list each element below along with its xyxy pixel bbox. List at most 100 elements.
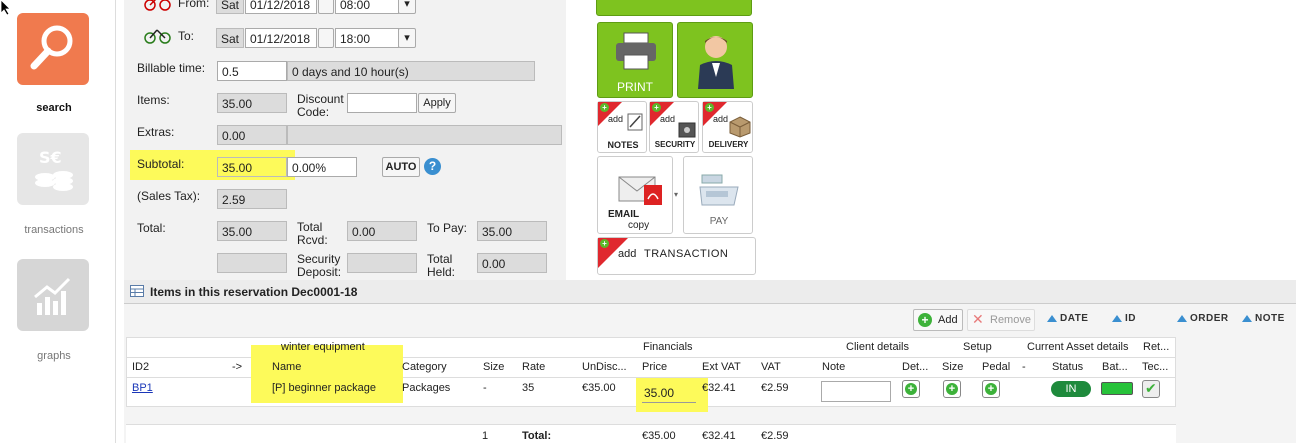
total-label-row: Total: [522, 430, 552, 442]
sidebar-item-graphs[interactable] [17, 259, 89, 331]
from-time-select[interactable]: 08:00 [335, 0, 399, 14]
add-label: add [618, 248, 637, 260]
from-date-input[interactable]: 01/12/2018 [245, 0, 317, 14]
sort-note-button[interactable]: NOTE [1242, 313, 1285, 324]
close-icon: ✕ [972, 311, 984, 327]
auto-button[interactable]: AUTO [382, 157, 420, 177]
arrow-up-icon [1112, 315, 1122, 322]
magnifier-icon [30, 25, 73, 70]
col-rate[interactable]: Rate [522, 361, 545, 373]
col-battery[interactable]: Bat... [1102, 361, 1128, 373]
row-note-input[interactable] [821, 381, 891, 402]
add-delivery-button[interactable]: + add DELIVERY [702, 101, 753, 153]
row-price-input[interactable]: 35.00 [642, 383, 696, 403]
row-size: - [483, 382, 487, 394]
pedal-add-button[interactable]: + [982, 380, 1000, 398]
group-financials: Financials [643, 341, 693, 353]
sort-id-button[interactable]: ID [1112, 313, 1136, 324]
col-status[interactable]: Status [1052, 361, 1083, 373]
cash-register-icon [699, 174, 739, 206]
col-dash[interactable]: - [1022, 361, 1026, 373]
col-arrow[interactable]: -> [232, 361, 242, 373]
plus-icon: + [946, 383, 958, 395]
details-add-button[interactable]: + [902, 380, 920, 398]
row-name: [P] beginner package [272, 382, 376, 394]
sidebar: search S€ transactions graphs [0, 0, 116, 443]
to-calendar-icon[interactable] [318, 28, 334, 48]
copy-label: copy [628, 220, 650, 231]
col-price[interactable]: Price [642, 361, 667, 373]
add-security-button[interactable]: + add SECURITY [649, 101, 699, 153]
help-icon[interactable]: ? [424, 158, 441, 175]
subtotal-value: 35.00 [217, 157, 287, 177]
person-icon [698, 36, 734, 89]
from-time-chevron-down-icon[interactable]: ▾ [398, 0, 416, 14]
to-time-chevron-down-icon[interactable]: ▾ [398, 28, 416, 48]
status-badge[interactable]: IN [1051, 381, 1091, 397]
col-category[interactable]: Category [402, 361, 447, 373]
col-det[interactable]: Det... [902, 361, 928, 373]
add-label: add [713, 114, 729, 124]
security-deposit-value [347, 253, 417, 273]
col-name[interactable]: Name [272, 361, 301, 373]
arrow-up-icon [1047, 315, 1057, 322]
print-label: PRINT [617, 80, 653, 94]
battery-icon [1101, 382, 1133, 395]
customer-button[interactable] [677, 22, 753, 98]
col-pedal[interactable]: Pedal [982, 361, 1010, 373]
add-transaction-button[interactable]: + add TRANSACTION [597, 237, 756, 275]
to-day: Sat [216, 28, 244, 48]
discount-code-input[interactable] [347, 93, 417, 113]
col-size[interactable]: Size [483, 361, 504, 373]
from-label: From: [178, 0, 210, 10]
sidebar-item-search[interactable] [17, 13, 89, 85]
billable-input[interactable]: 0.5 [217, 61, 287, 81]
remove-item-button[interactable]: ✕ Remove [967, 309, 1035, 331]
total-rcvd-value: 0.00 [347, 221, 417, 241]
envelope-pdf-icon [618, 176, 662, 205]
extras-label: Extras: [137, 125, 175, 139]
email-chevron-down-icon[interactable]: ▾ [674, 190, 678, 199]
pay-button[interactable]: PAY [683, 156, 753, 234]
add-notes-button[interactable]: + add NOTES [597, 101, 647, 153]
email-copy-button[interactable]: EMAIL copy [597, 156, 673, 234]
col-ext-vat[interactable]: Ext VAT [702, 361, 741, 373]
row-id2-link[interactable]: BP1 [132, 382, 153, 394]
add-item-button[interactable]: + Add [913, 309, 963, 331]
group-client-details: Client details [846, 341, 909, 353]
tech-checkmark-icon[interactable]: ✔ [1142, 380, 1160, 398]
plus-icon: + [705, 103, 714, 112]
package-icon [729, 116, 751, 138]
col-setup-size[interactable]: Size [942, 361, 963, 373]
sales-tax-label: (Sales Tax): [137, 189, 201, 203]
col-id2[interactable]: ID2 [132, 361, 149, 373]
to-time-select[interactable]: 18:00 [335, 28, 399, 48]
col-note[interactable]: Note [822, 361, 845, 373]
from-calendar-icon[interactable] [318, 0, 334, 14]
safe-icon [678, 122, 696, 138]
print-button[interactable]: PRINT [597, 22, 673, 98]
size-add-button[interactable]: + [943, 380, 961, 398]
subtotal-label: Subtotal: [137, 157, 185, 171]
sales-tax-value: 2.59 [217, 189, 287, 209]
sort-date-button[interactable]: DATE [1047, 313, 1088, 324]
sidebar-label-transactions: transactions [24, 224, 84, 236]
sort-order-button[interactable]: ORDER [1177, 313, 1229, 324]
to-date-input[interactable]: 01/12/2018 [245, 28, 317, 48]
notes-label: NOTES [607, 140, 639, 150]
top-tile[interactable] [596, 0, 752, 16]
col-vat[interactable]: VAT [761, 361, 781, 373]
name-column-highlight [251, 345, 403, 403]
subtotal-percent-input[interactable]: 0.00% [287, 157, 357, 177]
col-tec[interactable]: Tec... [1142, 361, 1168, 373]
plus-icon: + [985, 383, 997, 395]
add-label: add [608, 114, 624, 124]
sidebar-item-transactions[interactable]: S€ [17, 133, 89, 205]
plus-icon: + [918, 313, 932, 327]
printer-icon [616, 32, 656, 70]
add-label: add [660, 114, 676, 124]
extras-desc [287, 125, 562, 145]
apply-button[interactable]: Apply [418, 93, 456, 113]
row-ext-vat: €32.41 [702, 382, 736, 394]
col-undisc[interactable]: UnDisc... [582, 361, 627, 373]
